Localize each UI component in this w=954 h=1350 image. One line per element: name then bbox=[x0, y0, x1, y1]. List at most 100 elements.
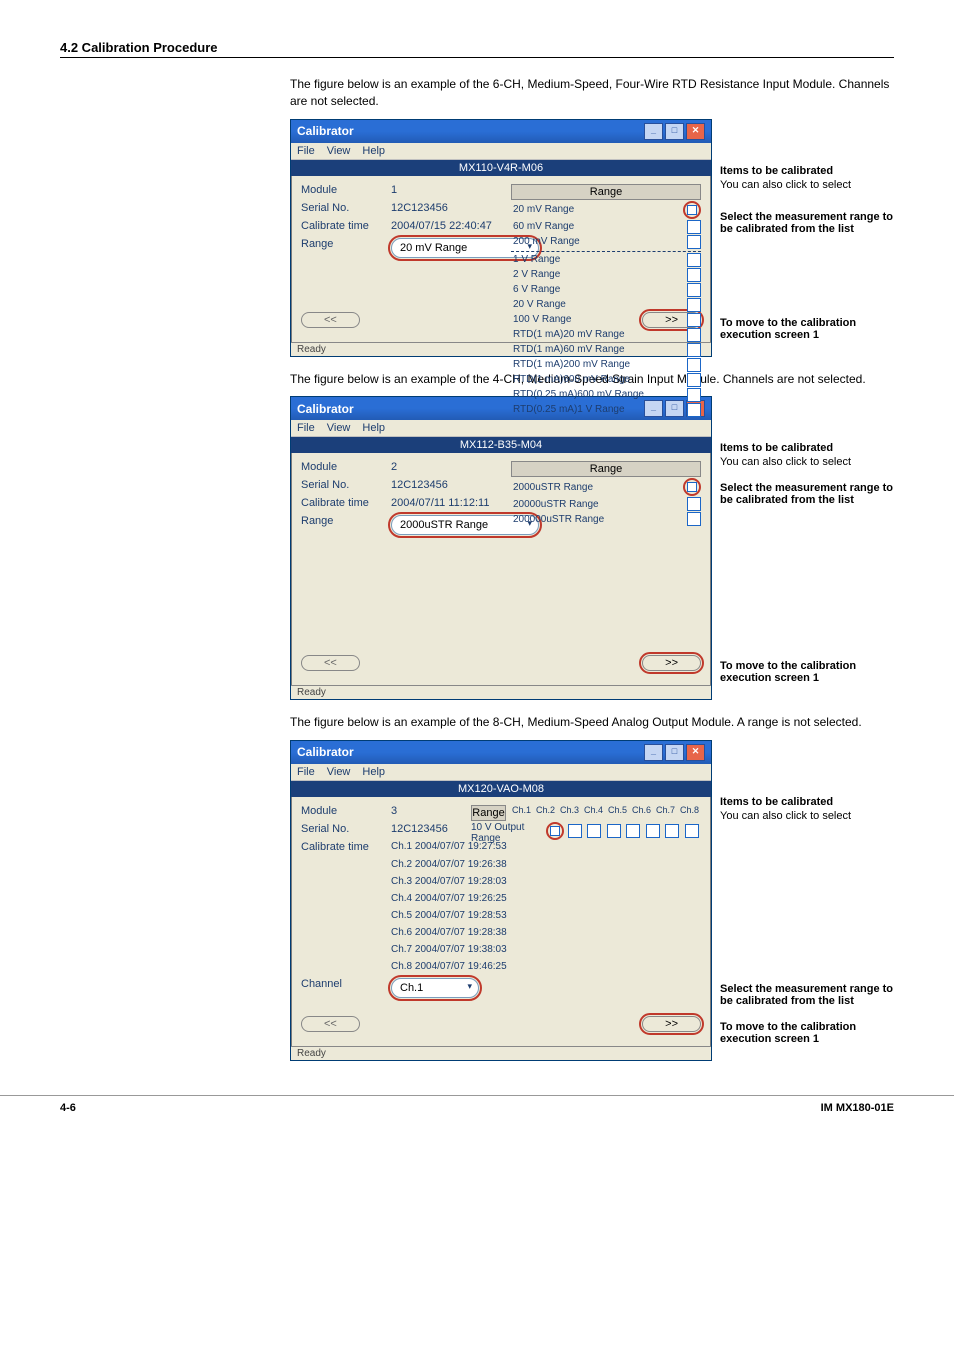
window-title: Calibrator bbox=[297, 745, 354, 759]
range-checkbox[interactable] bbox=[687, 268, 701, 282]
menu-file[interactable]: File bbox=[297, 422, 315, 434]
ch-checkbox[interactable] bbox=[646, 824, 660, 838]
ch-checkbox[interactable] bbox=[607, 824, 621, 838]
fig1-intro: The figure below is an example of the 6-… bbox=[290, 76, 894, 111]
lbl-module: Module bbox=[301, 805, 391, 817]
ch-checkbox[interactable] bbox=[568, 824, 582, 838]
menu-view[interactable]: View bbox=[327, 422, 351, 434]
lbl-caltime: Calibrate time bbox=[301, 841, 391, 853]
page-footer: 4-6 IM MX180-01E bbox=[0, 1095, 954, 1130]
footer-page-number: 4-6 bbox=[60, 1102, 76, 1114]
next-button[interactable]: >> bbox=[642, 1016, 701, 1032]
close-icon[interactable]: ✕ bbox=[686, 123, 705, 140]
window-controls: _ □ ✕ bbox=[644, 123, 705, 140]
window-title: Calibrator bbox=[297, 124, 354, 138]
annot-items: Items to be calibrated bbox=[720, 442, 894, 454]
menu-help[interactable]: Help bbox=[362, 766, 385, 778]
annot-items-sub: You can also click to select bbox=[720, 810, 894, 822]
menu-help[interactable]: Help bbox=[362, 422, 385, 434]
range-item: RTD(1 mA)200 mV Range bbox=[513, 359, 630, 370]
caltime-ch: Ch.3 2004/07/07 19:28:03 bbox=[391, 876, 701, 887]
ch-checkbox[interactable] bbox=[546, 822, 564, 840]
module-banner: MX112-B35-M04 bbox=[291, 437, 711, 453]
range-header: Range bbox=[471, 805, 506, 821]
range-item: 2000uSTR Range bbox=[513, 482, 593, 493]
ch-checkbox[interactable] bbox=[685, 824, 699, 838]
range-checkbox[interactable] bbox=[687, 512, 701, 526]
range-checkbox[interactable] bbox=[687, 403, 701, 417]
ch-checkbox[interactable] bbox=[626, 824, 640, 838]
lbl-caltime: Calibrate time bbox=[301, 220, 391, 232]
next-button[interactable]: >> bbox=[642, 655, 701, 671]
menu-file[interactable]: File bbox=[297, 145, 315, 157]
range-checkbox[interactable] bbox=[687, 328, 701, 342]
lbl-channel: Channel bbox=[301, 978, 391, 998]
range-checkbox[interactable] bbox=[687, 388, 701, 402]
titlebar: Calibrator _ □ ✕ bbox=[291, 120, 711, 143]
menu-help[interactable]: Help bbox=[362, 145, 385, 157]
range-checkbox[interactable] bbox=[687, 497, 701, 511]
menubar: File View Help bbox=[291, 143, 711, 160]
prev-button[interactable]: << bbox=[301, 312, 360, 328]
module-banner: MX120-VAO-M08 bbox=[291, 781, 711, 797]
prev-button[interactable]: << bbox=[301, 655, 360, 671]
range-checkbox[interactable] bbox=[687, 343, 701, 357]
range-item: RTD(1 mA)20 mV Range bbox=[513, 329, 625, 340]
range-checkbox[interactable] bbox=[687, 235, 701, 249]
ch-checkbox[interactable] bbox=[665, 824, 679, 838]
range-panel: Range 2000uSTR Range 20000uSTR Range 200… bbox=[511, 461, 701, 527]
lbl-serial: Serial No. bbox=[301, 823, 391, 835]
range-checkbox[interactable] bbox=[687, 283, 701, 297]
maximize-icon[interactable]: □ bbox=[665, 123, 684, 140]
menu-view[interactable]: View bbox=[327, 145, 351, 157]
fig3-intro: The figure below is an example of the 8-… bbox=[290, 714, 894, 731]
close-icon[interactable]: ✕ bbox=[686, 744, 705, 761]
range-header: Range bbox=[511, 461, 701, 477]
calibrator-window-1: Calibrator _ □ ✕ File View Help MX110-V4… bbox=[290, 119, 712, 357]
section-heading: 4.2 Calibration Procedure bbox=[60, 40, 894, 58]
range-checkbox[interactable] bbox=[687, 373, 701, 387]
range-item: RTD(0.25 mA)600 mV Range bbox=[513, 389, 644, 400]
annot-items-sub: You can also click to select bbox=[720, 456, 894, 468]
titlebar: Calibrator _ □ ✕ bbox=[291, 741, 711, 764]
ch-checkbox[interactable] bbox=[587, 824, 601, 838]
caltime-ch: Ch.6 2004/07/07 19:28:38 bbox=[391, 927, 701, 938]
range-item: 100 V Range bbox=[513, 314, 571, 325]
range-item: 1 V Range bbox=[513, 254, 560, 265]
range-checkbox[interactable] bbox=[687, 298, 701, 312]
channel-headers: Ch.1Ch.2 Ch.3Ch.4 Ch.5Ch.6 Ch.7Ch.8 bbox=[510, 805, 701, 822]
range-checkbox[interactable] bbox=[687, 358, 701, 372]
footer-doc-id: IM MX180-01E bbox=[821, 1102, 894, 1114]
lbl-module: Module bbox=[301, 461, 391, 473]
maximize-icon[interactable]: □ bbox=[665, 744, 684, 761]
lbl-caltime: Calibrate time bbox=[301, 497, 391, 509]
prev-button[interactable]: << bbox=[301, 1016, 360, 1032]
range-checkbox[interactable] bbox=[683, 201, 701, 219]
menu-file[interactable]: File bbox=[297, 766, 315, 778]
minimize-icon[interactable]: _ bbox=[644, 744, 663, 761]
annot-items-sub: You can also click to select bbox=[720, 179, 894, 191]
range-item: 6 V Range bbox=[513, 284, 560, 295]
minimize-icon[interactable]: _ bbox=[644, 123, 663, 140]
caltime-ch: Ch.4 2004/07/07 19:26:25 bbox=[391, 893, 701, 904]
range-item: 2 V Range bbox=[513, 269, 560, 280]
statusbar: Ready bbox=[291, 1046, 711, 1060]
range-checkbox[interactable] bbox=[683, 478, 701, 496]
range-panel: Range Ch.1Ch.2 Ch.3Ch.4 Ch.5Ch.6 Ch.7Ch.… bbox=[471, 805, 701, 844]
range-item: RTD(1 mA)600 mV Range bbox=[513, 374, 630, 385]
range-checkbox[interactable] bbox=[687, 313, 701, 327]
range-item: 20 mV Range bbox=[513, 204, 574, 215]
range-checkbox[interactable] bbox=[687, 220, 701, 234]
caltime-ch: Ch.8 2004/07/07 19:46:25 bbox=[391, 961, 701, 972]
module-banner: MX110-V4R-M06 bbox=[291, 160, 711, 176]
range-item: RTD(0.25 mA)1 V Range bbox=[513, 404, 625, 415]
range-checkbox[interactable] bbox=[687, 253, 701, 267]
output-range-label: 10 V Output Range bbox=[471, 822, 545, 844]
caltime-ch: Ch.7 2004/07/07 19:38:03 bbox=[391, 944, 701, 955]
figure-3: Calibrator _ □ ✕ File View Help MX120-VA… bbox=[290, 740, 894, 1061]
annot-move: To move to the calibration execution scr… bbox=[720, 660, 894, 684]
channel-select[interactable]: Ch.1 bbox=[391, 978, 479, 998]
annot-select: Select the measurement range to be calib… bbox=[720, 482, 894, 506]
menu-view[interactable]: View bbox=[327, 766, 351, 778]
lbl-serial: Serial No. bbox=[301, 479, 391, 491]
